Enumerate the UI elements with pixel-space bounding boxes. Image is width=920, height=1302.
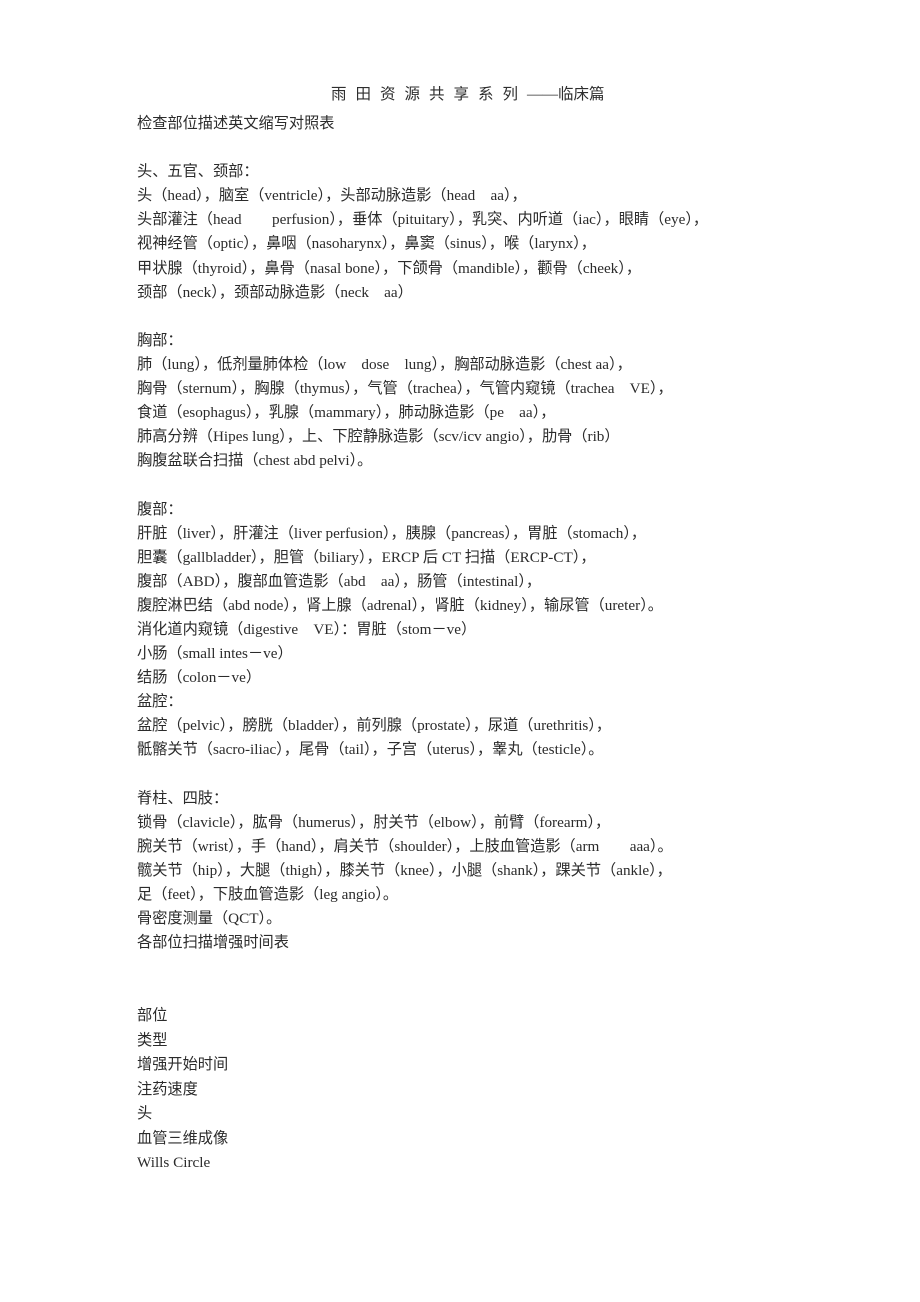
section-line: 肺（lung），低剂量肺体检（low dose lung），胸部动脉造影（che…	[137, 355, 632, 373]
section-line: 胸骨（sternum），胸腺（thymus），气管（trachea），气管内窥镜…	[137, 380, 673, 398]
section-line: 腹部（ABD），腹部血管造影（abd aa），肠管（intestinal），	[137, 572, 542, 590]
page-title: 检查部位描述英文缩写对照表	[137, 115, 335, 132]
section-line: 颈部（neck），颈部动脉造影（neck aa）	[137, 283, 413, 301]
table-field: 血管三维成像	[137, 1129, 229, 1147]
table-field: 头	[137, 1105, 153, 1122]
section-line: 小肠（small intes－ve）	[137, 645, 293, 663]
section-line: 甲状腺（thyroid），鼻骨（nasal bone），下颌骨（mandible…	[137, 259, 642, 277]
section-line: 胆囊（gallbladder），胆管（biliary），ERCP 后 CT 扫描…	[137, 548, 596, 566]
table-field: 注药速度	[137, 1080, 198, 1098]
section-heading: 腹部：	[137, 500, 183, 518]
section-line: 视神经管（optic），鼻咽（nasoharynx），鼻窦（sinus），喉（l…	[137, 235, 596, 253]
section-line: 胸腹盆联合扫描（chest abd pelvi）。	[137, 452, 373, 470]
subsection-heading-timing-table: 各部位扫描增强时间表	[137, 934, 289, 952]
timing-table-fields: 部位 类型 增强开始时间 注药速度 头 血管三维成像 Wills Circle	[137, 1004, 637, 1176]
section-line: 头（head），脑室（ventricle），头部动脉造影（head aa），	[137, 187, 527, 205]
section-line: 足（feet），下肢血管造影（leg angio）。	[137, 886, 399, 903]
section-line: 食道（esophagus），乳腺（mammary），肺动脉造影（pe aa），	[137, 404, 556, 422]
section-heading: 盆腔：	[137, 693, 183, 711]
section-abdomen: 腹部： 肝脏（liver），肝灌注（liver perfusion），胰腺（pa…	[137, 498, 837, 691]
section-head-face-neck: 头、五官、颈部： 头（head），脑室（ventricle），头部动脉造影（he…	[137, 160, 837, 305]
section-spine-limbs: 脊柱、四肢： 锁骨（clavicle），肱骨（humerus），肘关节（elbo…	[137, 787, 837, 956]
section-line: 骶髂关节（sacro-iliac），尾骨（tail），子宫（uterus），睾丸…	[137, 741, 604, 759]
running-header-series: 雨田资源共享系列	[330, 86, 527, 103]
section-line: 结肠（colon－ve）	[137, 669, 262, 687]
section-line: 腕关节（wrist），手（hand），肩关节（shoulder），上肢血管造影（…	[137, 837, 673, 855]
section-line: 锁骨（clavicle），肱骨（humerus），肘关节（elbow），前臂（f…	[137, 813, 611, 831]
document-page: 雨田资源共享系列——临床篇 检查部位描述英文缩写对照表 头、五官、颈部： 头（h…	[0, 0, 920, 1302]
section-line: 肝脏（liver），肝灌注（liver perfusion），胰腺（pancre…	[137, 524, 647, 542]
section-line: 肺高分辨（Hipes lung），上、下腔静脉造影（scv/icv angio）…	[137, 428, 620, 446]
section-heading: 头、五官、颈部：	[137, 163, 259, 181]
section-line: 腹腔淋巴结（abd node），肾上腺（adrenal），肾脏（kidney），…	[137, 596, 663, 614]
table-field: 部位	[137, 1007, 168, 1024]
section-chest: 胸部： 肺（lung），低剂量肺体检（low dose lung），胸部动脉造影…	[137, 329, 837, 474]
section-line: 骨密度测量（QCT）。	[137, 910, 282, 928]
table-field: Wills Circle	[137, 1154, 211, 1171]
section-heading: 胸部：	[137, 331, 183, 349]
document-body: 检查部位描述英文缩写对照表 头、五官、颈部： 头（head），脑室（ventri…	[137, 112, 837, 955]
table-field: 增强开始时间	[137, 1056, 229, 1073]
table-field: 类型	[137, 1031, 168, 1049]
section-line: 盆腔（pelvic），膀胱（bladder），前列腺（prostate），尿道（…	[137, 717, 612, 735]
section-pelvis: 盆腔： 盆腔（pelvic），膀胱（bladder），前列腺（prostate）…	[137, 690, 837, 762]
section-line: 头部灌注（head perfusion），垂体（pituitary），乳突、内听…	[137, 211, 709, 229]
section-line: 消化道内窥镜（digestive VE）：胃脏（stom－ve）	[137, 620, 477, 638]
section-heading: 脊柱、四肢：	[137, 789, 229, 807]
section-line: 髋关节（hip），大腿（thigh），膝关节（knee），小腿（shank），踝…	[137, 861, 672, 879]
running-header-suffix: ——临床篇	[527, 86, 605, 103]
